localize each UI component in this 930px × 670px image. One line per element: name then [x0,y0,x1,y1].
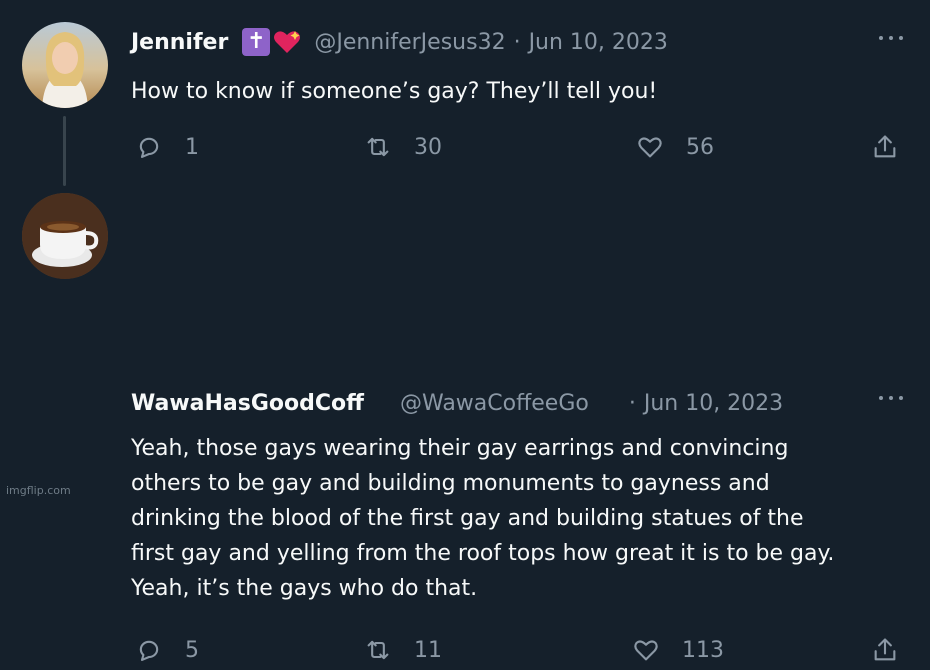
heart-icon [634,640,658,661]
separator-dot: · [513,29,521,55]
coffee-cup-photo [22,193,108,279]
retweet-button[interactable]: 11 [364,630,442,670]
retweet-icon [367,640,389,660]
like-count: 113 [682,637,724,663]
name-emoji-badges: ✝ [242,28,302,56]
tweet-text: Yeah, those gays wearing their gay earri… [131,431,901,606]
profile-photo-woman [42,32,88,108]
watermark: imgflip.com [6,484,71,497]
avatar[interactable] [22,193,108,279]
reply-count: 5 [185,637,199,663]
tweet-actions: 1 30 56 [0,127,930,167]
tweet-text-line: Yeah, it’s the gays who do that. [131,576,478,601]
reply-button[interactable]: 1 [135,127,199,167]
reply-count: 1 [185,134,199,160]
more-options-icon[interactable] [876,391,906,405]
tweet-text: How to know if someone’s gay? They’ll te… [131,76,901,108]
sparkling-heart-icon [272,28,302,56]
more-options-icon[interactable] [876,31,906,45]
heart-icon [638,137,662,158]
user-handle[interactable]: @WawaCoffeeGo [400,391,589,416]
retweet-count: 11 [414,637,442,663]
tweet-text-line: How to know if someone’s gay? They’ll te… [131,79,658,104]
reply-button[interactable]: 5 [135,630,199,670]
share-button[interactable] [871,630,899,670]
separator-dot: · [628,390,636,416]
display-name[interactable]: WawaHasGoodCoff [131,391,364,416]
like-button[interactable]: 113 [632,630,724,670]
avatar[interactable] [22,22,108,108]
retweet-button[interactable]: 30 [364,127,442,167]
retweet-count: 30 [414,134,442,160]
like-count: 56 [686,134,714,160]
user-handle[interactable]: @JenniferJesus32 [314,30,505,55]
latin-cross-icon: ✝ [242,28,271,56]
tweet-header: WawaHasGoodCoff @WawaCoffeeGo · Jun 10, … [131,387,783,419]
tweet-date[interactable]: Jun 10, 2023 [529,30,668,55]
reply-icon [139,137,159,158]
tweet-text-line: drinking the blood of the first gay and … [131,506,804,531]
like-button[interactable]: 56 [636,127,714,167]
tweet-text-line: others to be gay and building monuments … [131,471,770,496]
share-icon [874,135,896,158]
display-name[interactable]: Jennifer [131,30,228,55]
retweet-icon [367,137,389,157]
reply-icon [139,640,159,661]
share-button[interactable] [871,127,899,167]
tweet-text-line: first gay and yelling from the roof tops… [131,541,835,566]
share-icon [874,638,896,661]
tweet-actions: 5 11 113 [0,630,930,670]
tweet-date[interactable]: Jun 10, 2023 [644,391,783,416]
tweet-text-line: Yeah, those gays wearing their gay earri… [131,436,789,461]
tweet[interactable]: WawaHasGoodCoff @WawaCoffeeGo · Jun 10, … [0,188,930,663]
tweet-header: Jennifer ✝ @JenniferJesus32 · Jun 10, 20… [131,26,668,58]
tweet[interactable]: Jennifer ✝ @JenniferJesus32 · Jun 10, 20… [0,0,930,188]
